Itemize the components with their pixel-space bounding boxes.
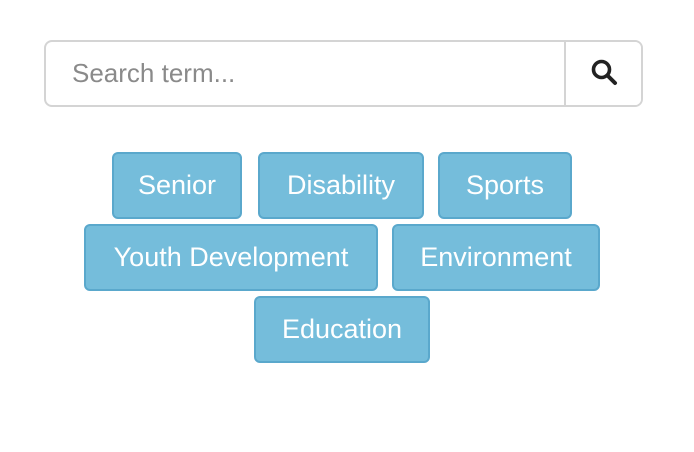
tag-education[interactable]: Education: [254, 296, 430, 363]
tag-disability[interactable]: Disability: [258, 152, 424, 219]
tag-youth-development[interactable]: Youth Development: [84, 224, 378, 291]
tag-environment[interactable]: Environment: [392, 224, 600, 291]
tag-senior[interactable]: Senior: [112, 152, 242, 219]
tag-sports[interactable]: Sports: [438, 152, 572, 219]
tag-list: Senior Disability Sports Youth Developme…: [0, 0, 694, 452]
